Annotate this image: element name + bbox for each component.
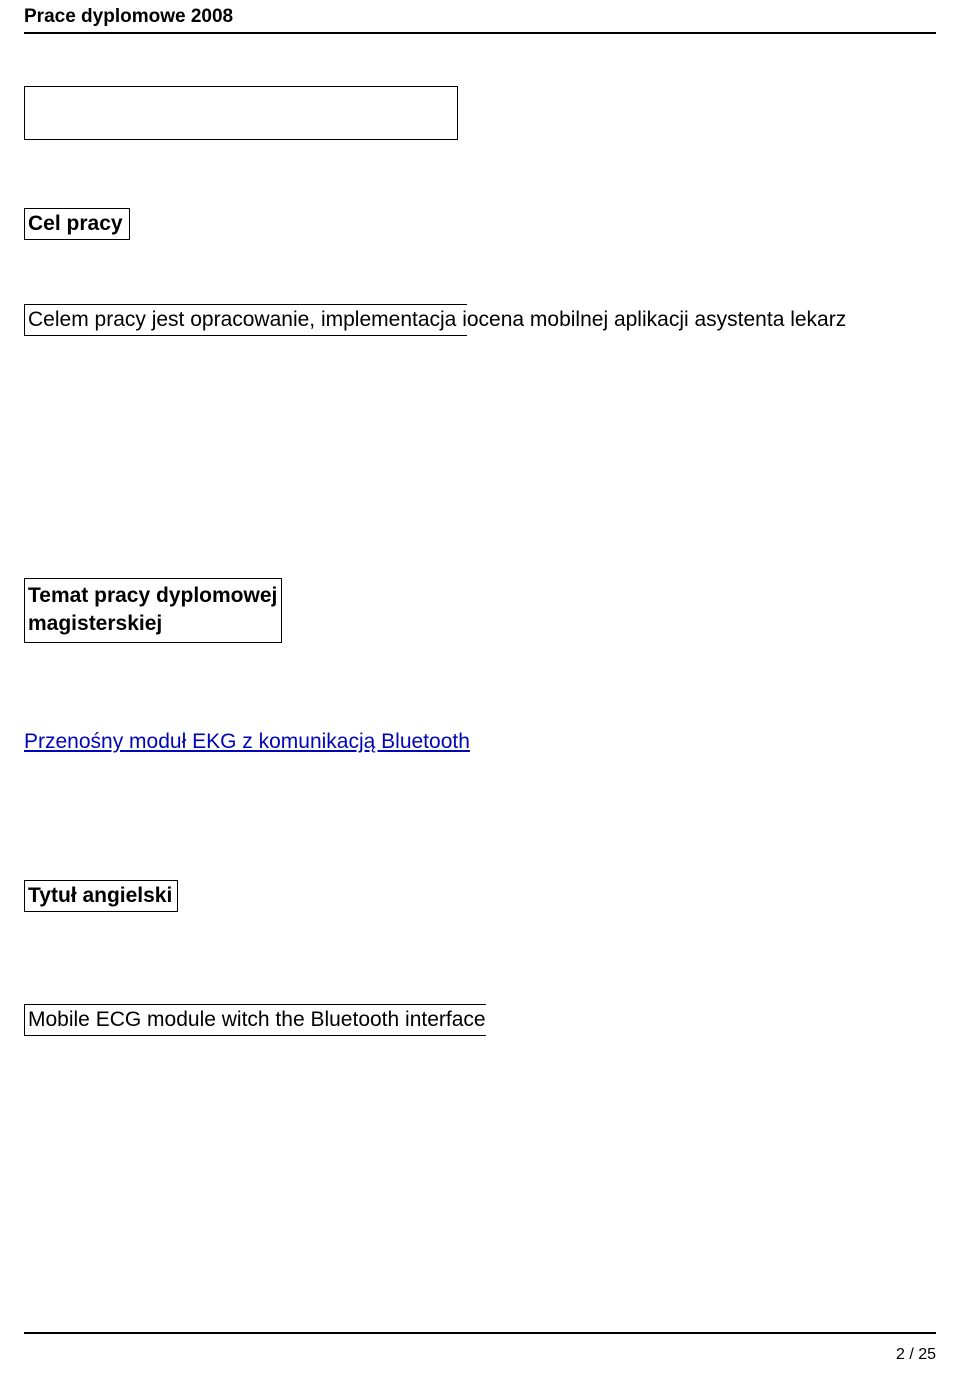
header-rule: [24, 32, 936, 34]
temat-label: Temat pracy dyplomowej magisterskiej: [24, 578, 282, 643]
page-header-title: Prace dyplomowe 2008: [24, 6, 233, 28]
page-number: 2 / 25: [896, 1346, 936, 1364]
footer-rule: [24, 1332, 936, 1334]
english-title-text: Mobile ECG module witch the Bluetooth in…: [24, 1004, 486, 1036]
cel-pracy-label: Cel pracy: [24, 208, 130, 240]
temat-label-line2: magisterskiej: [28, 612, 162, 635]
cel-pracy-text-overflow: ocena mobilnej aplikacji asystenta lekar…: [467, 304, 846, 335]
cel-pracy-text-row: Celem pracy jest opracowanie, implementa…: [24, 304, 846, 336]
thesis-link-container: Przenośny moduł EKG z komunikacją Blueto…: [24, 730, 470, 754]
cel-pracy-text-boxed: Celem pracy jest opracowanie, implementa…: [24, 304, 467, 336]
empty-cell: [24, 86, 458, 140]
tytul-angielski-label: Tytuł angielski: [24, 880, 178, 912]
thesis-title-link[interactable]: Przenośny moduł EKG z komunikacją Blueto…: [24, 730, 470, 753]
temat-label-line1: Temat pracy dyplomowej: [28, 584, 277, 607]
